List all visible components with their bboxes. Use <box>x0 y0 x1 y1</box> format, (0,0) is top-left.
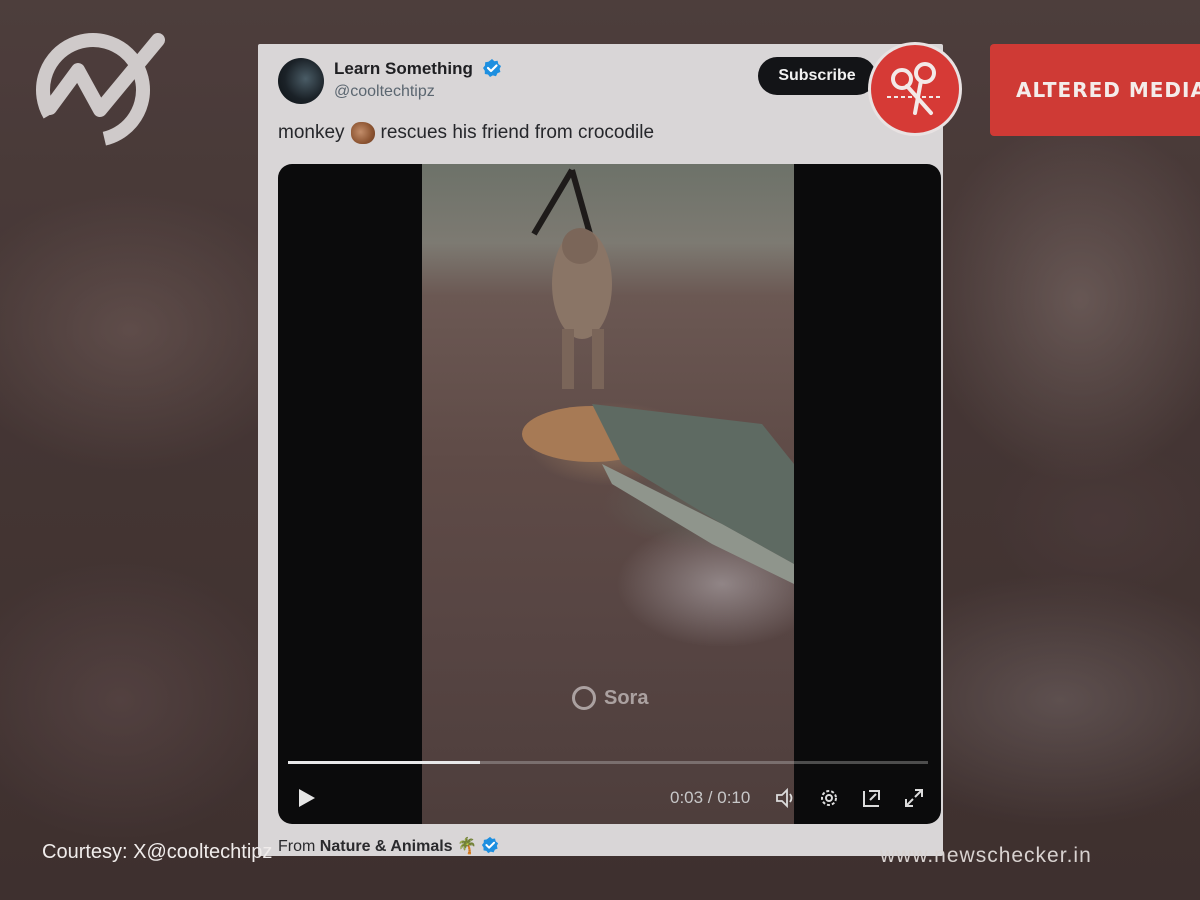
sora-logo-icon <box>572 686 596 710</box>
settings-icon[interactable] <box>817 786 841 810</box>
verified-badge-icon <box>482 58 502 78</box>
video-frame[interactable] <box>422 164 794 824</box>
video-progress-fill <box>288 761 480 764</box>
video-time: 0:03 / 0:10 <box>670 788 751 807</box>
video-player[interactable]: Sora 0:03 / 0:10 <box>278 164 941 824</box>
monkey-emoji-icon <box>350 122 375 144</box>
tweet-text-start: monkey <box>278 122 345 143</box>
newschecker-logo-icon <box>30 30 165 150</box>
volume-icon[interactable] <box>774 786 798 810</box>
scissors-icon <box>868 42 962 136</box>
verified-badge-icon <box>482 836 499 854</box>
fullscreen-icon[interactable] <box>902 786 926 810</box>
site-url: www.newschecker.in <box>880 844 1092 867</box>
play-icon[interactable] <box>294 786 318 810</box>
author-handle[interactable]: @cooltechtipz <box>334 83 435 101</box>
source-name[interactable]: Nature & Animals <box>320 838 453 855</box>
video-progress-bar[interactable] <box>288 761 928 764</box>
tweet-card: Learn Something @cooltechtipz Subscribe … <box>258 44 943 856</box>
source-line: From Nature & Animals 🌴 <box>278 836 499 856</box>
avatar[interactable] <box>278 58 324 104</box>
altered-media-label: ALTERED MEDIA <box>990 44 1200 136</box>
picture-in-picture-icon[interactable] <box>860 786 884 810</box>
sora-label: Sora <box>604 686 649 709</box>
subscribe-button[interactable]: Subscribe <box>758 57 876 95</box>
sora-watermark: Sora <box>572 686 648 710</box>
tweet-text-end: rescues his friend from crocodile <box>380 122 655 143</box>
courtesy-credit: Courtesy: X@cooltechtipz <box>42 841 273 863</box>
palm-tree-emoji-icon: 🌴 <box>457 838 477 855</box>
author-name[interactable]: Learn Something <box>334 59 473 79</box>
tweet-text: monkey rescues his friend from crocodile <box>278 122 654 144</box>
source-prefix: From <box>278 838 316 855</box>
